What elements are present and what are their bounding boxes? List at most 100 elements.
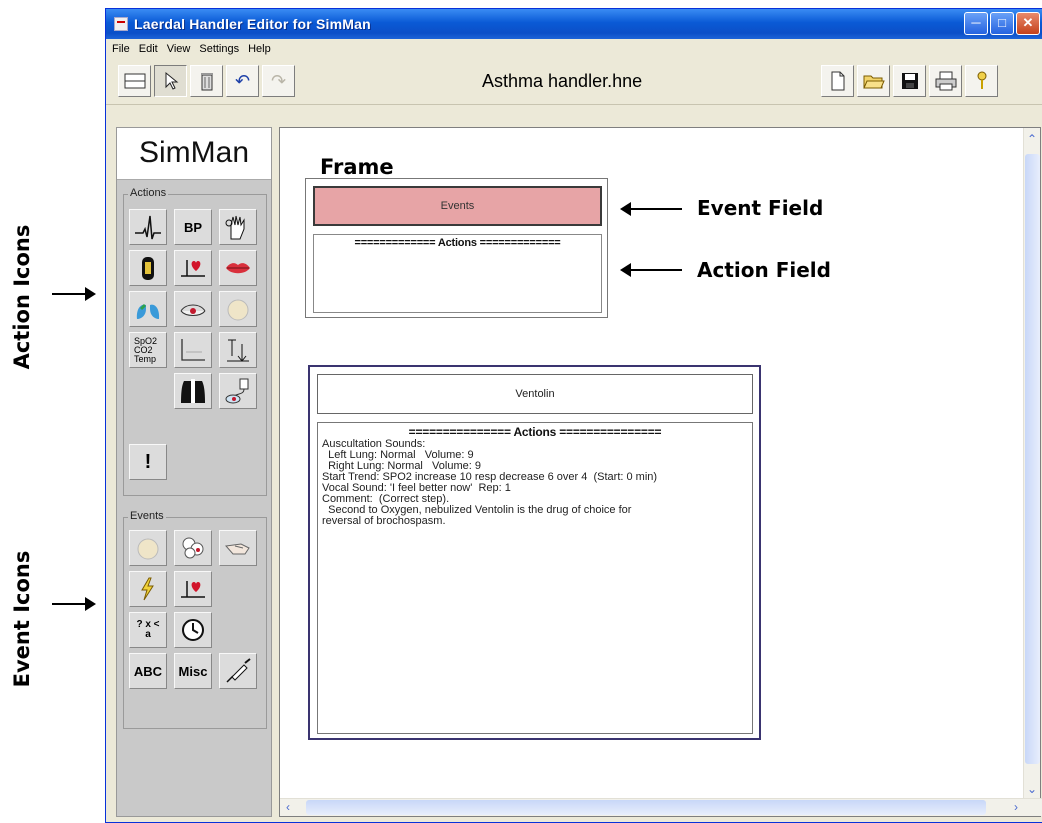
spo2-action[interactable]: SpO2 CO2 Temp [129, 332, 167, 368]
handler-frame-ventolin[interactable]: Ventolin =============== Actions =======… [308, 365, 761, 740]
syringe-event-icon [226, 658, 251, 683]
heart-stand-action[interactable] [174, 250, 212, 286]
condition-event[interactable]: ? x < a [129, 612, 167, 648]
heart-event[interactable] [174, 571, 212, 607]
bottle-icon [142, 257, 154, 280]
alert-action[interactable]: ! [129, 444, 167, 480]
undo-button[interactable]: ↶ [226, 65, 259, 97]
vertical-scrollbar[interactable]: ⌃ ⌄ [1023, 128, 1040, 800]
menu-edit[interactable]: Edit [139, 43, 158, 55]
menu-settings[interactable]: Settings [199, 43, 239, 55]
action-field-annotation: Action Field [697, 258, 831, 282]
shock-event[interactable] [129, 571, 167, 607]
horizontal-scrollbar[interactable]: ‹ › [280, 798, 1042, 816]
menu-help[interactable]: Help [248, 43, 271, 55]
abc-event[interactable]: ABC [129, 653, 167, 689]
condition-event-icon: ? x < a [136, 619, 160, 640]
action-icons-arrow [52, 287, 96, 301]
clock-event[interactable] [174, 612, 212, 648]
help-icon [977, 71, 986, 89]
iv-action[interactable] [219, 373, 257, 409]
misc-event[interactable]: Misc [174, 653, 212, 689]
heart-event-icon [181, 581, 205, 598]
event-field-arrow [620, 202, 682, 216]
app-icon [114, 17, 128, 31]
mouth-action[interactable] [219, 250, 257, 286]
bottle-action[interactable] [129, 250, 167, 286]
new-frame-button[interactable] [118, 65, 151, 97]
event-field[interactable]: Events [313, 186, 602, 226]
close-icon: ✕ [1022, 15, 1034, 30]
actions-header: ============= Actions ============= [354, 237, 561, 249]
toolbar: ↶ ↷ Asthma handler.hne [106, 59, 1042, 105]
print-icon [935, 71, 956, 91]
save-icon [901, 73, 918, 89]
file-name: Asthma handler.hne [482, 71, 643, 91]
pointer-button[interactable] [154, 65, 187, 97]
lungs-action[interactable] [129, 291, 167, 327]
trend-icon [227, 339, 249, 362]
xray-action[interactable] [174, 373, 212, 409]
ventolin-actions-header: =============== Actions =============== [408, 425, 662, 439]
syringe-event[interactable] [219, 653, 257, 689]
new-file-button[interactable] [821, 65, 854, 97]
eye-icon [180, 304, 206, 316]
print-button[interactable] [929, 65, 962, 97]
menu-file[interactable]: File [112, 43, 130, 55]
help-button[interactable] [965, 65, 998, 97]
palpation-action[interactable] [219, 209, 257, 245]
event-icons-arrow [52, 597, 96, 611]
hand-icon [225, 215, 245, 240]
alert-icon: ! [144, 450, 152, 473]
event-field-annotation: Event Field [697, 196, 824, 220]
hand-event[interactable] [219, 530, 257, 566]
graph-action[interactable] [174, 332, 212, 368]
title-bar[interactable]: Laerdal Handler Editor for SimMan ─ □ ✕ [106, 9, 1042, 39]
scroll-down-icon[interactable]: ⌄ [1027, 782, 1037, 796]
save-button[interactable] [893, 65, 926, 97]
handler-frame-empty[interactable]: Events ============= Actions ===========… [305, 178, 608, 318]
bp-icon: BP [183, 219, 203, 235]
undo-icon: ↶ [234, 70, 251, 91]
spo2-icon: SpO2 CO2 Temp [134, 335, 158, 364]
trend-action[interactable] [219, 332, 257, 368]
xray-icon [181, 379, 205, 403]
redo-button[interactable]: ↷ [262, 65, 295, 97]
action-field-arrow [620, 263, 682, 277]
horizontal-scroll-thumb[interactable] [306, 800, 986, 815]
pupil-action[interactable] [219, 291, 257, 327]
lungs-icon [136, 299, 160, 319]
open-folder-icon [862, 75, 885, 89]
ventolin-event-field[interactable]: Ventolin [317, 374, 753, 414]
action-field[interactable]: ============= Actions ============= [313, 234, 602, 313]
ventolin-action-field[interactable]: =============== Actions =============== … [317, 422, 753, 734]
actions-group-title: Actions [128, 187, 169, 199]
minimize-button[interactable]: ─ [964, 12, 988, 35]
blood-event[interactable] [174, 530, 212, 566]
blood-event-icon [182, 537, 204, 559]
maximize-icon: □ [998, 15, 1006, 30]
pupil-icon [227, 299, 249, 321]
frame-icon [124, 73, 145, 89]
frame-annotation: Frame [320, 155, 394, 179]
action-line: reversal of brochospasm. [322, 515, 446, 527]
scroll-up-icon[interactable]: ⌃ [1027, 132, 1037, 146]
vertical-scroll-thumb[interactable] [1025, 154, 1040, 764]
scroll-left-icon[interactable]: ‹ [286, 800, 290, 814]
eye-action[interactable] [174, 291, 212, 327]
close-button[interactable]: ✕ [1016, 12, 1040, 35]
menu-bar: File Edit View Settings Help [106, 39, 1042, 59]
scroll-right-icon[interactable]: › [1014, 800, 1018, 814]
clock-event-icon [182, 619, 204, 641]
maximize-button[interactable]: □ [990, 12, 1014, 35]
delete-button[interactable] [190, 65, 223, 97]
misc-event-icon: Misc [178, 663, 208, 679]
ecg-action[interactable] [129, 209, 167, 245]
open-button[interactable] [857, 65, 890, 97]
menu-view[interactable]: View [167, 43, 191, 55]
events-group-title: Events [128, 510, 166, 522]
bp-action[interactable]: BP [174, 209, 212, 245]
iv-icon [225, 378, 249, 404]
pupil-event[interactable] [129, 530, 167, 566]
window-title: Laerdal Handler Editor for SimMan [134, 16, 371, 32]
